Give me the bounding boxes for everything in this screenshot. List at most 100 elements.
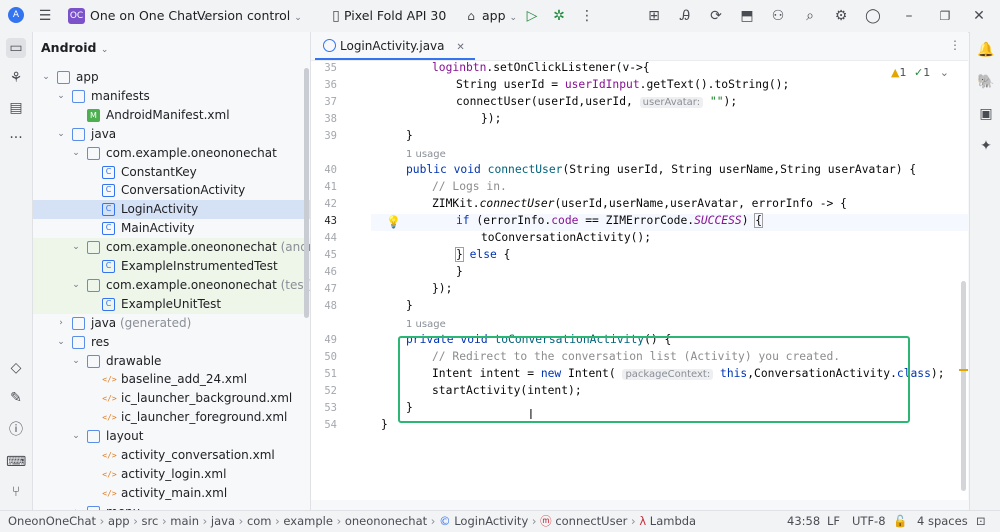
tree-item[interactable]: </> activity_login.xml — [33, 465, 310, 484]
translate-icon[interactable]: Ꭿ — [676, 7, 694, 25]
chevron-down-icon[interactable]: ⌄ — [71, 276, 81, 295]
tab-options-icon[interactable]: ⋮ — [949, 38, 961, 52]
tree-item[interactable]: ⌄ layout — [33, 427, 310, 446]
code-with-me-icon[interactable]: ⚇ — [769, 7, 787, 25]
close-icon[interactable]: ✕ — [456, 42, 464, 53]
project-view-dropdown[interactable]: Android ⌄ — [41, 40, 108, 55]
gear-icon[interactable]: ⚙ — [832, 7, 850, 25]
terminal-icon[interactable]: ⌨ — [6, 452, 26, 472]
debug-icon[interactable]: ✲ — [550, 7, 568, 25]
account-icon[interactable]: ◯ — [864, 7, 882, 25]
restore-icon[interactable]: ❐ — [936, 7, 954, 25]
sdk-manager-icon[interactable]: ⬒ — [738, 7, 756, 25]
usage-hint[interactable]: 1 usage — [406, 319, 446, 330]
project-scrollbar[interactable] — [304, 68, 309, 318]
chevron-down-icon[interactable]: ⌄ — [71, 144, 81, 163]
device-dropdown[interactable]: Pixel Fold API 30 — [344, 0, 446, 32]
version-control-dropdown[interactable]: Version control ⌄ — [197, 0, 302, 32]
tree-item[interactable]: C ConversationActivity — [33, 181, 310, 200]
breadcrumb-item[interactable]: app — [108, 514, 130, 528]
logcat-icon[interactable]: ✎ — [6, 388, 26, 408]
chevron-right-icon[interactable]: › — [71, 503, 81, 510]
problems-icon[interactable]: ⓘ — [6, 420, 26, 440]
gradle-icon[interactable]: 🐘 — [976, 72, 996, 92]
warning-marker[interactable] — [959, 369, 968, 371]
tree-item[interactable]: ⌄ com.example.oneononechat (androidTest) — [33, 238, 310, 258]
minimize-icon[interactable]: – — [900, 7, 918, 25]
readonly-icon[interactable]: 🔓 — [893, 511, 907, 532]
run-config-dropdown[interactable]: app ⌄ — [482, 0, 517, 32]
search-icon[interactable]: ⌕ — [801, 7, 819, 25]
chevron-right-icon[interactable]: › — [56, 314, 66, 333]
breadcrumb-item[interactable]: oneononechat — [345, 514, 427, 528]
tree-item[interactable]: </> ic_launcher_foreground.xml — [33, 408, 310, 427]
resource-manager-icon[interactable]: ⚘ — [6, 68, 26, 88]
chevron-down-icon[interactable]: ⌄ — [71, 427, 81, 446]
project-name-dropdown[interactable]: One on One Chat ⌄ — [90, 0, 209, 32]
tree-item[interactable]: ⌄ java — [33, 125, 310, 144]
tree-item[interactable]: C ExampleInstrumentedTest — [33, 257, 310, 276]
chevron-down-icon[interactable]: ⌄ — [56, 333, 66, 352]
bookmarks-icon[interactable]: ▤ — [6, 98, 26, 118]
tree-item[interactable]: ⌄ com.example.oneononechat (test) — [33, 275, 310, 295]
line-number: 54 — [324, 419, 337, 431]
breadcrumb-item[interactable]: OneonOneChat — [8, 514, 96, 528]
tree-item[interactable]: C ConstantKey — [33, 163, 310, 182]
file-encoding[interactable]: UTF-8 — [852, 511, 886, 532]
gemini-icon[interactable]: ◇ — [6, 358, 26, 378]
tree-item[interactable]: </> ic_launcher_background.xml — [33, 389, 310, 408]
breadcrumb-item[interactable]: © LoginActivity — [439, 514, 528, 528]
tree-item[interactable]: › menu — [33, 503, 310, 510]
tree-item[interactable]: ⌄ com.example.oneononechat — [33, 144, 310, 163]
device-manager-icon[interactable]: ⊞ — [645, 7, 663, 25]
version-control-icon[interactable]: ⑂ — [6, 482, 26, 502]
vertical-scrollbar[interactable] — [961, 281, 966, 491]
tree-item[interactable]: C MainActivity — [33, 219, 310, 238]
tree-item[interactable]: ⌄ drawable — [33, 352, 310, 371]
tree-item[interactable]: ⌄ manifests — [33, 87, 310, 106]
tree-item[interactable]: ⌄ app — [33, 68, 310, 87]
run-icon[interactable]: ▷ — [523, 7, 541, 25]
line-separator[interactable]: LF — [827, 511, 840, 532]
main-menu-icon[interactable]: ☰ — [36, 7, 54, 25]
chevron-down-icon[interactable]: ⌄ — [71, 352, 81, 371]
cursor-position[interactable]: 43:58 — [787, 511, 820, 532]
tree-item[interactable]: C ExampleUnitTest — [33, 294, 310, 314]
breadcrumb-item[interactable]: src — [142, 514, 159, 528]
tree-item[interactable]: ⌄ res — [33, 333, 310, 352]
tree-item[interactable]: </> baseline_add_24.xml — [33, 370, 310, 389]
more-tools-icon[interactable]: ··· — [6, 128, 26, 148]
tree-item[interactable]: </> activity_main.xml — [33, 484, 310, 503]
breadcrumb-item[interactable]: java — [211, 514, 235, 528]
intention-bulb-icon[interactable]: 💡 — [386, 215, 401, 229]
more-actions-icon[interactable]: ⋮ — [578, 7, 596, 25]
lock-icon[interactable]: ⊡ — [976, 511, 986, 532]
usage-hint[interactable]: 1 usage — [406, 149, 446, 160]
tree-item[interactable]: › java (generated) — [33, 314, 310, 333]
notifications-icon[interactable]: 🔔 — [976, 40, 996, 60]
breadcrumb-item[interactable]: λ Lambda — [639, 514, 696, 528]
tree-item[interactable]: </> activity_conversation.xml — [33, 446, 310, 465]
close-icon[interactable]: ✕ — [970, 7, 988, 25]
tab-login-activity[interactable]: LoginActivity.java ✕ — [315, 32, 475, 60]
breadcrumb-item[interactable]: com — [247, 514, 272, 528]
chevron-down-icon[interactable]: ⌄ — [56, 125, 66, 144]
indent-setting[interactable]: 4 spaces — [917, 511, 968, 532]
breadcrumb-item[interactable]: ⓜ connectUser — [540, 514, 627, 528]
breadcrumb-item[interactable]: example — [283, 514, 333, 528]
chevron-down-icon[interactable]: ⌄ — [71, 238, 81, 257]
code-editor[interactable]: 35 36 37 38 39 40 41 42 43 44 45 46 47 48 49 50 51 52 53 54… — [311, 61, 968, 500]
project-tool-icon[interactable]: ▭ — [6, 38, 26, 58]
sync-icon[interactable]: ⟳ — [707, 7, 725, 25]
chevron-down-icon[interactable]: ⌄ — [41, 68, 51, 87]
breadcrumb-item[interactable]: main — [170, 514, 199, 528]
breadcrumb-label: connectUser — [555, 514, 628, 528]
tree-item[interactable]: C LoginActivity — [33, 200, 310, 220]
horizontal-scrollbar[interactable] — [381, 499, 961, 500]
tree-item[interactable]: M AndroidManifest.xml — [33, 106, 310, 125]
chevron-down-icon[interactable]: ⌄ — [56, 87, 66, 106]
device-mirroring-icon[interactable]: ▣ — [976, 104, 996, 124]
inspection-widget[interactable]: ▲1 ✓1 ⌄ — [891, 66, 949, 79]
ai-assistant-icon[interactable]: ✦ — [976, 136, 996, 156]
breadcrumb-label: com — [246, 514, 272, 528]
